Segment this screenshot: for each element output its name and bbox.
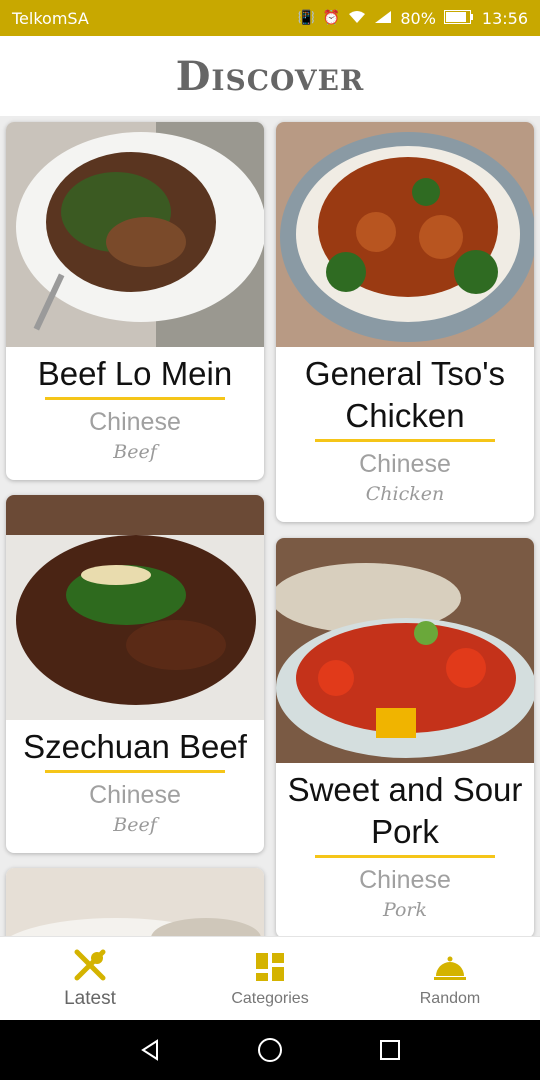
alarm-icon: ⏰ — [322, 10, 341, 26]
recipe-name: Beef Lo Mein — [37, 355, 233, 392]
recipe-photo — [6, 868, 264, 936]
nav-categories-label: Categories — [231, 990, 309, 1007]
wifi-icon — [348, 10, 366, 27]
recipe-grid[interactable]: Beef Lo Mein Chinese Beef General Tso's … — [0, 116, 540, 936]
nav-random[interactable]: Random — [360, 937, 540, 1021]
signal-icon — [374, 10, 392, 27]
recents-square-icon — [380, 1040, 400, 1060]
title-underline — [315, 439, 495, 442]
recipe-photo — [276, 538, 534, 763]
recipe-card-sweet-and-sour-pork[interactable]: Sweet and Sour Pork Chinese Pork — [276, 538, 534, 936]
recipe-name: General Tso's Chicken — [304, 355, 506, 434]
nav-random-label: Random — [419, 990, 481, 1007]
clock: 13:56 — [481, 8, 528, 28]
vibrate-icon: 📳 — [297, 10, 315, 26]
recents-button[interactable] — [370, 1030, 410, 1070]
title-underline — [315, 855, 495, 858]
system-navigation-bar — [0, 1020, 540, 1080]
status-bar: TelkomSA 📳 ⏰ 80% 13:56 — [0, 0, 540, 36]
home-button[interactable] — [250, 1030, 290, 1070]
recipe-card-general-tsos-chicken[interactable]: General Tso's Chicken Chinese Chicken — [276, 122, 534, 522]
recipe-cuisine: Chinese — [89, 408, 181, 436]
recipe-cuisine: Chinese — [89, 781, 181, 809]
recipe-name: Sweet and Sour Pork — [287, 771, 523, 850]
status-icons: 📳 ⏰ 80% 13:56 — [297, 9, 528, 28]
page-title: Discover — [175, 52, 365, 100]
recipe-photo — [276, 122, 534, 347]
nav-categories[interactable]: Categories — [180, 937, 360, 1021]
recipe-category: Chicken — [365, 483, 445, 505]
recipe-info: Szechuan Beef Chinese Beef — [6, 720, 264, 839]
recipe-category: Pork — [382, 899, 428, 921]
recipe-info: General Tso's Chicken Chinese Chicken — [276, 347, 534, 508]
bottom-navigation: Latest Categories Random — [0, 936, 540, 1021]
battery-icon — [443, 9, 474, 27]
recipe-cuisine: Chinese — [359, 866, 451, 894]
battery-percent: 80% — [400, 8, 436, 28]
recipe-photo — [6, 495, 264, 720]
recipe-info: Sweet and Sour Pork Chinese Pork — [276, 763, 534, 924]
home-circle-icon — [258, 1038, 282, 1062]
nav-latest[interactable]: Latest — [0, 937, 180, 1021]
carrier-label: TelkomSA — [12, 8, 89, 28]
recipe-card-beef-lo-mein[interactable]: Beef Lo Mein Chinese Beef — [6, 122, 264, 480]
recipe-photo — [6, 122, 264, 347]
recipe-name: Szechuan Beef — [23, 728, 247, 765]
recipe-category: Beef — [113, 814, 157, 836]
nav-latest-label: Latest — [64, 988, 116, 1009]
back-button[interactable] — [130, 1030, 170, 1070]
title-underline — [45, 770, 225, 773]
app-header: Discover — [0, 36, 540, 116]
dashboard-icon — [256, 953, 284, 981]
recipe-category: Beef — [113, 441, 157, 463]
recipe-cuisine: Chinese — [359, 450, 451, 478]
fork-knife-icon — [74, 949, 106, 981]
recipe-card-partial[interactable] — [6, 868, 264, 936]
title-underline — [45, 397, 225, 400]
recipe-info: Beef Lo Mein Chinese Beef — [6, 347, 264, 466]
back-triangle-icon — [141, 1039, 158, 1061]
food-cloche-icon — [434, 956, 466, 980]
recipe-card-szechuan-beef[interactable]: Szechuan Beef Chinese Beef — [6, 495, 264, 853]
